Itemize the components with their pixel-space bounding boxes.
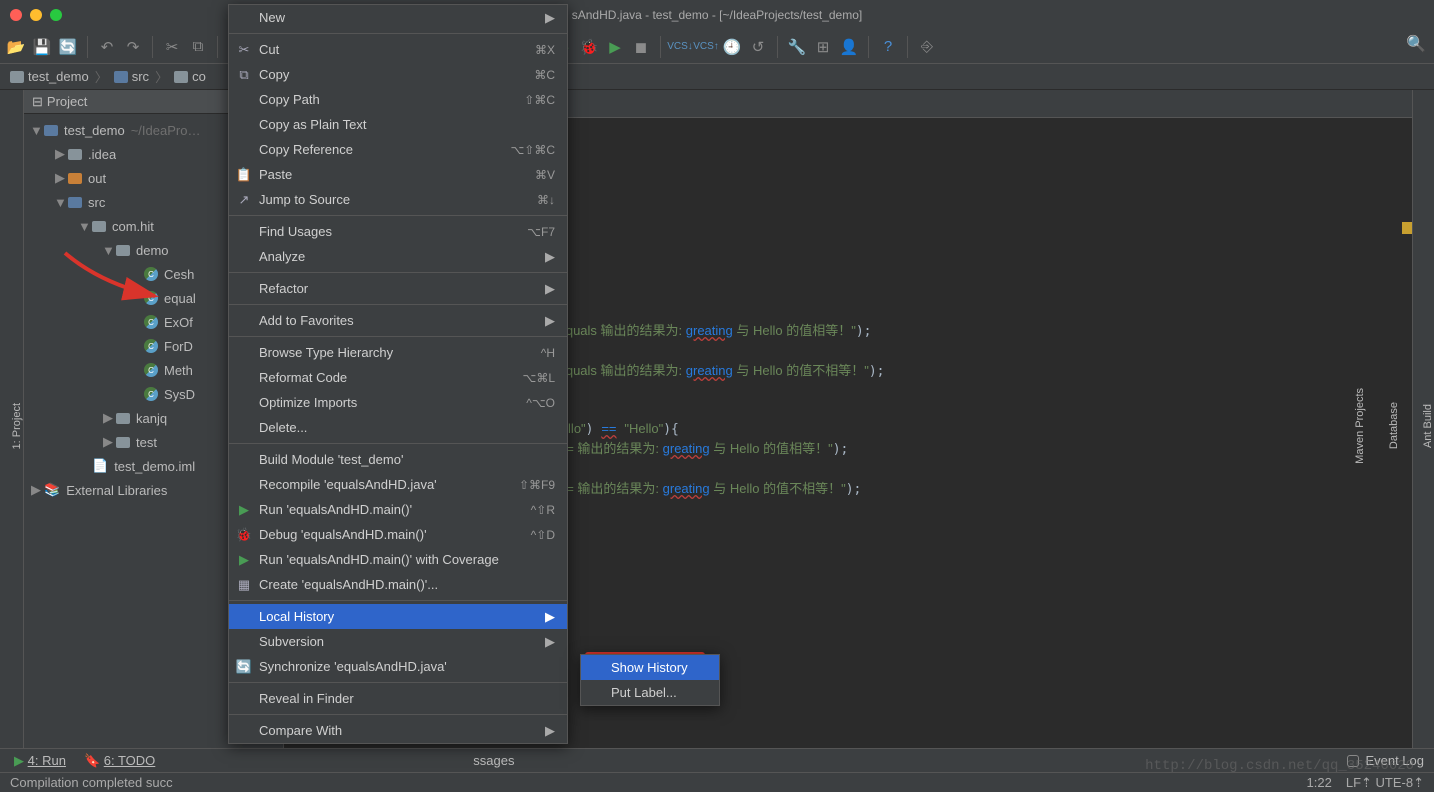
tab-maven[interactable]: Maven Projects bbox=[1354, 388, 1366, 464]
redo-icon[interactable]: ↷ bbox=[123, 37, 143, 57]
menu-run[interactable]: ▶Run 'equalsAndHD.main()'^⇧R bbox=[229, 497, 567, 522]
debug-icon[interactable]: 🐞 bbox=[579, 37, 599, 57]
menu-analyze[interactable]: Analyze▶ bbox=[229, 244, 567, 269]
menu-put-label[interactable]: Put Label... bbox=[581, 680, 719, 705]
save-icon[interactable]: 💾 bbox=[32, 37, 52, 57]
todo-tool[interactable]: 🔖 6: TODO bbox=[84, 753, 155, 769]
menu-recompile[interactable]: Recompile 'equalsAndHD.java'⇧⌘F9 bbox=[229, 472, 567, 497]
history-icon[interactable]: 🕘 bbox=[722, 37, 742, 57]
vcs-commit-icon[interactable]: VCS↑ bbox=[696, 37, 716, 57]
menu-compare[interactable]: Compare With▶ bbox=[229, 718, 567, 743]
menu-jump[interactable]: ↗Jump to Source⌘↓ bbox=[229, 187, 567, 212]
menu-copy-ref[interactable]: Copy Reference⌥⇧⌘C bbox=[229, 137, 567, 162]
menu-new[interactable]: New▶ bbox=[229, 5, 567, 30]
menu-coverage[interactable]: ▶Run 'equalsAndHD.main()' with Coverage bbox=[229, 547, 567, 572]
main-toolbar: 📂 💾 🔄 ↶ ↷ ✂ ⧉ ▶ 🐞 ▶ ◼ VCS↓ VCS↑ 🕘 ↺ 🔧 ⊞ … bbox=[0, 30, 1434, 64]
menu-browse-hierarchy[interactable]: Browse Type Hierarchy^H bbox=[229, 340, 567, 365]
menu-delete[interactable]: Delete... bbox=[229, 415, 567, 440]
play-icon: ▶ bbox=[235, 502, 253, 518]
menu-reveal[interactable]: Reveal in Finder bbox=[229, 686, 567, 711]
coverage-icon[interactable]: ▶ bbox=[605, 37, 625, 57]
menu-find-usages[interactable]: Find Usages⌥F7 bbox=[229, 219, 567, 244]
menu-cut[interactable]: ✂Cut⌘X bbox=[229, 37, 567, 62]
sdk-icon[interactable]: 👤 bbox=[839, 37, 859, 57]
menu-show-history[interactable]: Show History bbox=[581, 655, 719, 680]
menu-local-history[interactable]: Local History▶ bbox=[229, 604, 567, 629]
zoom-window-icon[interactable] bbox=[50, 9, 62, 21]
status-bar: Compilation completed succ 1:22LF⇡ UTE-8… bbox=[0, 772, 1434, 792]
scissors-icon: ✂ bbox=[235, 42, 253, 58]
status-message: Compilation completed succ bbox=[10, 775, 173, 790]
cut-icon[interactable]: ✂ bbox=[162, 37, 182, 57]
play-shield-icon: ▶ bbox=[235, 552, 253, 568]
sync-icon[interactable]: 🔄 bbox=[58, 37, 78, 57]
menu-paste[interactable]: 📋Paste⌘V bbox=[229, 162, 567, 187]
menu-subversion[interactable]: Subversion▶ bbox=[229, 629, 567, 654]
context-menu[interactable]: New▶ ✂Cut⌘X ⧉Copy⌘C Copy Path⇧⌘C Copy as… bbox=[228, 4, 568, 744]
tab-database[interactable]: Database bbox=[1388, 402, 1400, 449]
copy-icon: ⧉ bbox=[235, 67, 253, 83]
window-title: sAndHD.java - test_demo - [~/IdeaProject… bbox=[572, 8, 862, 22]
settings-icon[interactable]: 🔧 bbox=[787, 37, 807, 57]
context-submenu[interactable]: Show History Put Label... bbox=[580, 654, 720, 706]
tab-ant[interactable]: Ant Build bbox=[1422, 404, 1434, 448]
menu-favorites[interactable]: Add to Favorites▶ bbox=[229, 308, 567, 333]
stop-icon[interactable]: ◼ bbox=[631, 37, 651, 57]
right-tool-strip: Ant Build Database Maven Projects bbox=[1412, 90, 1434, 752]
menu-build[interactable]: Build Module 'test_demo' bbox=[229, 447, 567, 472]
menu-debug[interactable]: 🐞Debug 'equalsAndHD.main()'^⇧D bbox=[229, 522, 567, 547]
titlebar: sAndHD.java - test_demo - [~/IdeaProject… bbox=[0, 0, 1434, 30]
revert-icon[interactable]: ↺ bbox=[748, 37, 768, 57]
menu-create-run[interactable]: ▦Create 'equalsAndHD.main()'... bbox=[229, 572, 567, 597]
menu-reformat[interactable]: Reformat Code⌥⌘L bbox=[229, 365, 567, 390]
breadcrumb: test_demo〉 src〉 co bbox=[0, 64, 1434, 90]
breadcrumb-item[interactable]: src bbox=[114, 69, 149, 84]
left-tool-strip: 1: Project 7: Structure 2: Favorites bbox=[0, 90, 24, 752]
gutter-warning-icon bbox=[1402, 222, 1412, 234]
search-icon[interactable]: 🔍 bbox=[1406, 34, 1426, 54]
breadcrumb-item[interactable]: co bbox=[174, 69, 206, 84]
undo-icon[interactable]: ↶ bbox=[97, 37, 117, 57]
tab-project[interactable]: 1: Project bbox=[11, 403, 23, 449]
create-icon: ▦ bbox=[235, 577, 253, 593]
menu-synchronize[interactable]: 🔄Synchronize 'equalsAndHD.java' bbox=[229, 654, 567, 679]
menu-copy-plain[interactable]: Copy as Plain Text bbox=[229, 112, 567, 137]
watermark: http://blog.csdn.net/qq_35246620 bbox=[1145, 758, 1414, 774]
menu-optimize[interactable]: Optimize Imports^⌥O bbox=[229, 390, 567, 415]
menu-copy-path[interactable]: Copy Path⇧⌘C bbox=[229, 87, 567, 112]
open-icon[interactable]: 📂 bbox=[6, 37, 26, 57]
exit-icon[interactable]: ⎆ bbox=[917, 37, 937, 57]
copy-icon[interactable]: ⧉ bbox=[188, 37, 208, 57]
bug-icon: 🐞 bbox=[235, 527, 253, 543]
menu-refactor[interactable]: Refactor▶ bbox=[229, 276, 567, 301]
minimize-window-icon[interactable] bbox=[30, 9, 42, 21]
help-icon[interactable]: ? bbox=[878, 37, 898, 57]
breadcrumb-item[interactable]: test_demo bbox=[10, 69, 89, 84]
menu-copy[interactable]: ⧉Copy⌘C bbox=[229, 62, 567, 87]
run-tool[interactable]: ▶ 4: Run bbox=[14, 753, 66, 769]
clipboard-icon: 📋 bbox=[235, 167, 253, 183]
close-window-icon[interactable] bbox=[10, 9, 22, 21]
sync-icon: 🔄 bbox=[235, 659, 253, 675]
vcs-update-icon[interactable]: VCS↓ bbox=[670, 37, 690, 57]
jump-icon: ↗ bbox=[235, 192, 253, 208]
structure-icon[interactable]: ⊞ bbox=[813, 37, 833, 57]
